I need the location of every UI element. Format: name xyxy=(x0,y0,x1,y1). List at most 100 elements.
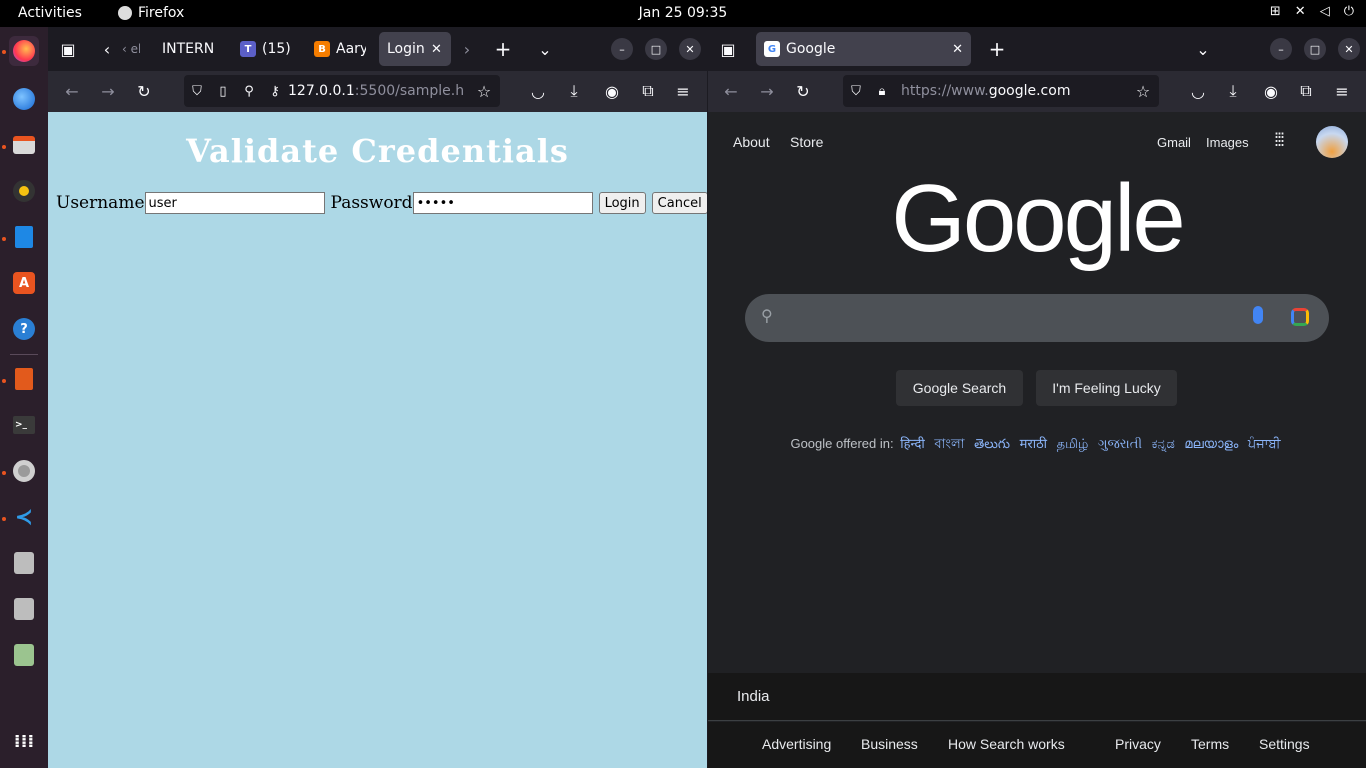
username-input[interactable] xyxy=(144,192,325,214)
how-search-works-link[interactable]: How Search works xyxy=(948,736,1065,752)
search-box[interactable]: ⚲ xyxy=(745,294,1329,342)
network-icon: ⊞ xyxy=(1269,4,1281,19)
menu-icon[interactable]: ≡ xyxy=(671,79,695,103)
account-icon[interactable]: ◉ xyxy=(600,79,624,103)
cancel-button[interactable]: Cancel xyxy=(651,192,707,214)
url-bar[interactable]: ⛉ 🔒︎ https://www.google.com xyxy=(843,75,1159,107)
advertising-link[interactable]: Advertising xyxy=(762,736,831,752)
language-link[interactable]: తెలుగు xyxy=(974,436,1010,451)
menu-icon[interactable]: ≡ xyxy=(1330,79,1354,103)
key-icon[interactable]: ⚷ xyxy=(262,84,288,99)
rhythmbox-icon[interactable] xyxy=(9,176,39,206)
settings-icon[interactable] xyxy=(9,456,39,486)
close-icon[interactable]: ✕ xyxy=(1338,38,1360,60)
show-apps-icon[interactable]: ⁞⁞⁞ xyxy=(9,726,39,756)
about-link[interactable]: About xyxy=(733,134,770,150)
business-link[interactable]: Business xyxy=(861,736,918,752)
help-icon[interactable]: ? xyxy=(9,314,39,344)
language-link[interactable]: ਪੰਜਾਬੀ xyxy=(1248,436,1281,451)
bookmark-star-icon[interactable]: ☆ xyxy=(1131,79,1155,103)
firefox-icon[interactable] xyxy=(9,36,39,66)
tab-label: Google xyxy=(786,41,836,57)
shield-icon[interactable]: ⛉ xyxy=(843,84,869,99)
url-bar[interactable]: ⛉ ▯ ⚲ ⚷ 127.0.0.1:5500/sample.h xyxy=(184,75,500,107)
apps-grid-icon[interactable]: ⁞⁞⁞ xyxy=(1274,130,1285,151)
tab-google[interactable]: G Google ✕ xyxy=(756,32,971,66)
impress-icon[interactable] xyxy=(9,364,39,394)
forward-icon[interactable]: → xyxy=(96,79,120,103)
voice-search-icon[interactable] xyxy=(1253,306,1263,324)
lock-icon[interactable]: 🔒︎ xyxy=(869,84,895,99)
vscode-icon[interactable]: ≺ xyxy=(9,502,39,532)
system-tray[interactable]: ⊞ ✕ ◁ ⏻ xyxy=(1270,4,1354,19)
pocket-icon[interactable]: ◡ xyxy=(1186,79,1210,103)
power-icon: ⏻ xyxy=(1343,4,1354,19)
store-link[interactable]: Store xyxy=(790,134,823,150)
maximize-icon[interactable]: □ xyxy=(645,38,667,60)
language-link[interactable]: தமிழ் xyxy=(1057,436,1089,451)
close-tab-icon[interactable]: ✕ xyxy=(952,42,963,57)
tab-scroll-right-icon[interactable]: › xyxy=(456,38,478,60)
permissions-icon[interactable]: ⚲ xyxy=(236,84,262,99)
account-icon[interactable]: ◉ xyxy=(1259,79,1283,103)
tab-login[interactable]: Login ✕ xyxy=(379,32,451,66)
images-link[interactable]: Images xyxy=(1206,135,1249,150)
app-center-icon[interactable]: A xyxy=(9,268,39,298)
avatar[interactable] xyxy=(1316,126,1348,158)
tab-intern[interactable]: INTERN xyxy=(154,32,216,66)
writer-icon[interactable] xyxy=(9,222,39,252)
clock[interactable]: Jan 25 09:35 xyxy=(0,5,1366,21)
login-button[interactable]: Login xyxy=(598,192,646,214)
list-all-tabs-icon[interactable]: ⌄ xyxy=(534,38,556,60)
close-tab-icon[interactable]: ✕ xyxy=(431,42,442,57)
language-link[interactable]: हिन्दी xyxy=(900,436,925,451)
reload-icon[interactable]: ↻ xyxy=(132,79,156,103)
extensions-icon[interactable]: ⧉ xyxy=(1294,79,1318,103)
feeling-lucky-button[interactable]: I'm Feeling Lucky xyxy=(1036,370,1177,406)
bookmark-star-icon[interactable]: ☆ xyxy=(472,79,496,103)
password-input[interactable] xyxy=(412,192,593,214)
new-tab-icon[interactable]: + xyxy=(986,37,1008,61)
language-link[interactable]: ગુજરાતી xyxy=(1098,436,1142,451)
tab-label: ‹ eb xyxy=(122,42,140,56)
downloads-icon[interactable]: ⤓ xyxy=(1221,79,1245,103)
thunderbird-icon[interactable] xyxy=(9,84,39,114)
google-search-button[interactable]: Google Search xyxy=(896,370,1023,406)
lens-icon[interactable] xyxy=(1291,308,1309,326)
language-link[interactable]: বাংলা xyxy=(934,436,964,451)
minimize-icon[interactable]: – xyxy=(1270,38,1292,60)
nav-bar: ← → ↻ ⛉ 🔒︎ https://www.google.com ☆ ◡ ⤓ … xyxy=(708,71,1366,112)
privacy-link[interactable]: Privacy xyxy=(1115,736,1161,752)
extensions-icon[interactable]: ⧉ xyxy=(636,79,660,103)
page-icon[interactable]: ▯ xyxy=(210,84,236,99)
tab-partial[interactable]: ‹ eb xyxy=(114,32,140,66)
disc-icon[interactable] xyxy=(9,548,39,578)
reload-icon[interactable]: ↻ xyxy=(791,79,815,103)
terms-link[interactable]: Terms xyxy=(1191,736,1229,752)
new-tab-icon[interactable]: + xyxy=(492,37,514,61)
close-icon[interactable]: ✕ xyxy=(679,38,701,60)
tab-blogger[interactable]: B Aary xyxy=(306,32,366,66)
settings-link[interactable]: Settings xyxy=(1259,736,1310,752)
trash-icon[interactable] xyxy=(9,640,39,670)
language-link[interactable]: मराठी xyxy=(1020,436,1047,451)
terminal-icon[interactable]: >_ xyxy=(9,410,39,440)
back-icon[interactable]: ← xyxy=(60,79,84,103)
maximize-icon[interactable]: □ xyxy=(1304,38,1326,60)
list-all-tabs-icon[interactable]: ⌄ xyxy=(1192,38,1214,60)
tab-teams[interactable]: T (15) xyxy=(232,32,298,66)
language-link[interactable]: മലയാളം xyxy=(1184,436,1238,451)
shield-icon[interactable]: ⛉ xyxy=(184,84,210,99)
gmail-link[interactable]: Gmail xyxy=(1157,135,1191,150)
back-icon[interactable]: ← xyxy=(719,79,743,103)
tab-list-icon[interactable]: ▣ xyxy=(716,38,740,60)
minimize-icon[interactable]: – xyxy=(611,38,633,60)
forward-icon[interactable]: → xyxy=(755,79,779,103)
downloads-icon[interactable]: ⤓ xyxy=(562,79,586,103)
files-icon[interactable] xyxy=(9,130,39,160)
volume-icon: ◁ xyxy=(1319,4,1330,19)
language-link[interactable]: ಕನ್ನಡ xyxy=(1152,436,1175,451)
pocket-icon[interactable]: ◡ xyxy=(526,79,550,103)
disc-icon[interactable] xyxy=(9,594,39,624)
tab-list-icon[interactable]: ▣ xyxy=(56,38,80,60)
